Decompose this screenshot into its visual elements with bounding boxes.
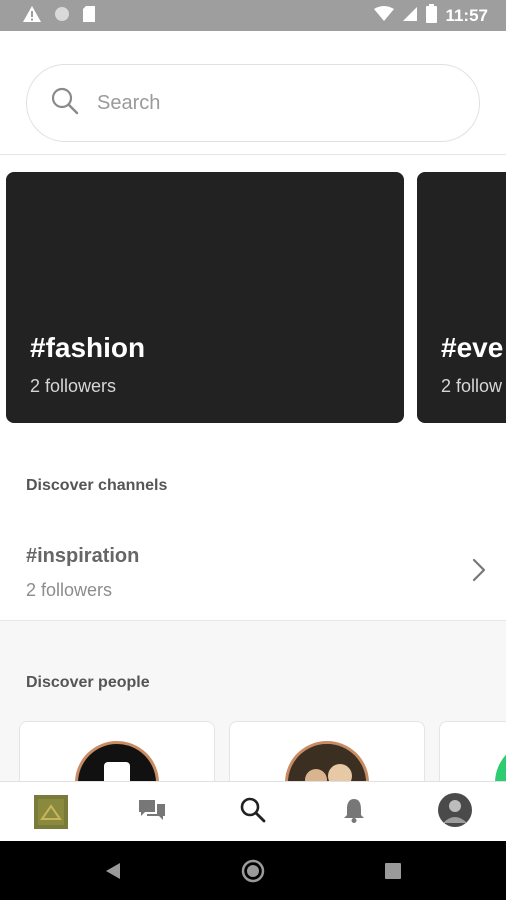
nav-search[interactable] [223,782,283,842]
warning-icon [22,5,42,28]
nav-chat[interactable] [122,782,182,842]
avatar [495,741,506,781]
person-card[interactable] [229,721,425,781]
back-icon[interactable] [104,861,122,886]
featured-channels-carousel[interactable]: #fashion 2 followers #eve 2 follow [6,172,506,423]
avatar [75,741,159,781]
channel-name: #inspiration [26,545,140,567]
system-navigation-bar [0,841,506,900]
channel-followers: 2 followers [26,580,113,600]
search-header [0,31,506,155]
featured-channel-card[interactable]: #fashion 2 followers [6,172,404,423]
signal-icon [402,6,418,27]
person-card[interactable] [439,721,506,781]
channel-list-item[interactable]: #inspiration 2 followers [0,520,506,621]
recents-icon[interactable] [384,862,402,885]
channel-followers: 2 follow [441,376,503,396]
profile-avatar [438,792,473,832]
circle-icon [54,6,70,27]
channel-followers: 2 followers [30,376,117,396]
nav-home[interactable] [21,782,81,842]
avatar [285,741,369,781]
discover-people-section: Discover people [0,621,506,781]
nav-profile[interactable] [425,782,485,842]
search-input[interactable] [95,90,439,116]
discover-channels-title: Discover channels [26,477,168,494]
sd-card-icon [82,5,96,28]
channel-tag: #eve [441,332,504,363]
nav-notifications[interactable] [324,782,384,842]
search-icon [240,797,266,828]
chevron-right-icon [472,558,486,587]
discover-people-title: Discover people [26,674,150,691]
channel-tag: #fashion [30,332,146,363]
discover-content[interactable]: #fashion 2 followers #eve 2 follow Disco… [0,155,506,781]
search-bar[interactable] [26,64,480,142]
status-bar: 11:57 [0,0,506,31]
chat-icon [138,798,166,827]
search-icon [27,87,79,120]
bottom-navigation [0,781,506,842]
home-thumbnail-icon [33,795,68,829]
battery-icon [426,4,438,28]
home-icon[interactable] [241,859,265,888]
wifi-icon [374,5,395,27]
people-carousel[interactable] [19,721,506,781]
clock-time: 11:57 [445,6,488,25]
featured-channel-card[interactable]: #eve 2 follow [417,172,506,423]
bell-icon [343,797,365,828]
person-card[interactable] [19,721,215,781]
